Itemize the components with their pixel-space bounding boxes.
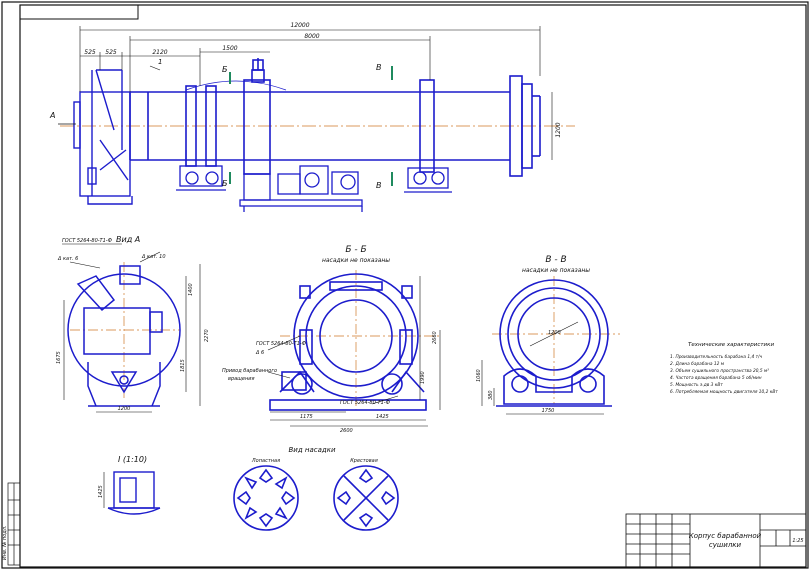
- tech-line-2: 2. Длина барабана 12 м: [670, 361, 725, 367]
- section-vv: В - В насадки не показаны 1200 1750 1060…: [476, 255, 620, 415]
- view-a-left-h: 1675: [56, 351, 62, 364]
- dim-d5: 525: [105, 49, 117, 56]
- side-label: Инв. № подл.: [2, 526, 8, 561]
- dim-diam: 1200: [555, 122, 562, 137]
- tech-line-6: 6. Потребляемая мощность двигателя 10,2 …: [670, 389, 778, 395]
- view-a-w: 1200: [118, 406, 131, 412]
- dim-overall: 12000: [290, 22, 309, 29]
- nozzle-right-label: Крестовая: [350, 458, 378, 464]
- section-bb-gost2: ГОСТ 5264-80-T1-Ф: [340, 400, 391, 406]
- section-bb-d2: 1425: [376, 414, 389, 420]
- inner-frame: [19, 4, 807, 568]
- dim-d4: 525: [84, 49, 96, 56]
- tech-line-1: 1. Производительность барабана 1,4 т/ч: [670, 354, 763, 360]
- nozzle-left-label: Лопастная: [251, 458, 280, 464]
- section-vv-h1: 1060: [476, 369, 482, 382]
- view-a-weld-left: Δ кат. 6: [57, 256, 78, 262]
- dim-d1: 8000: [304, 33, 319, 40]
- view-a-h3: 1815: [180, 359, 186, 372]
- view-a-h2: 2270: [204, 329, 210, 342]
- section-bb-gost1: ГОСТ 5264-80-T1-Ф: [256, 341, 307, 347]
- section-bb: Б - Б насадки не показаны ГОСТ 5264-80-T…: [222, 245, 441, 434]
- mark-a: А: [49, 111, 55, 120]
- detail-1-title: I (1:10): [118, 455, 147, 464]
- drum-body: [129, 58, 541, 177]
- section-bb-weld: Δ 6: [255, 350, 264, 356]
- dim-d3: 2120: [152, 49, 167, 56]
- top-left-stamp: [19, 4, 139, 20]
- mark-v1: В: [376, 63, 382, 72]
- detail-1-dim: 1425: [98, 485, 104, 498]
- dim-d2: 1500: [222, 45, 237, 52]
- section-bb-d3: 2600: [340, 428, 353, 434]
- nozzles-title: Вид насадки: [288, 446, 335, 454]
- inlet-head: [73, 69, 133, 205]
- tech-title: Технические характеристики: [688, 342, 774, 348]
- view-a-title: Вид А: [116, 235, 140, 244]
- section-bb-title: Б - Б: [345, 245, 366, 255]
- title-scale: 1:25: [792, 538, 803, 544]
- drawing-sheet: Инв. № подл. А Б Б В В 1 12000 8000 1500…: [1, 1, 809, 569]
- section-vv-h2: 380: [488, 390, 494, 400]
- mark-one: 1: [158, 58, 162, 66]
- drive-unit: [239, 165, 363, 212]
- tech-line-3: 3. Объем сушильного пространства 20,5 м³: [670, 368, 769, 374]
- title-name-1: Корпус барабанной: [689, 532, 762, 540]
- section-bb-subtitle: насадки не показаны: [322, 257, 390, 264]
- outer-frame: [1, 1, 809, 569]
- section-vv-title: В - В: [545, 255, 566, 265]
- mark-b1: Б: [222, 65, 228, 74]
- section-bb-h: 2660: [432, 331, 438, 344]
- nozzles: Вид насадки Лопастная Крестовая: [233, 446, 399, 531]
- tech-line-5: 5. Мощность э.дв 3 кВт: [670, 382, 723, 388]
- section-bb-note1: Привод барабанного: [222, 368, 277, 374]
- section-bb-note2: вращения: [228, 376, 255, 382]
- mark-b2: Б: [222, 179, 228, 188]
- view-a-h1: 1400: [188, 283, 194, 296]
- view-a-gost: ГОСТ 5264-80-T1-Ф: [62, 238, 113, 244]
- section-vv-subtitle: насадки не показаны: [522, 267, 590, 274]
- view-a-weld-right: Δ кат. 10: [141, 254, 166, 260]
- title-name-2: сушилки: [709, 541, 742, 549]
- detail-1: I (1:10) 1425: [98, 455, 161, 515]
- support-1: [176, 150, 226, 191]
- mark-v2: В: [376, 181, 382, 190]
- view-a: Вид А ГОСТ 5264-80-T1-Ф Δ кат. 6 Δ кат. …: [56, 235, 210, 413]
- section-bb-d1: 1175: [300, 414, 313, 420]
- section-bb-hh: 1990: [420, 371, 426, 384]
- top-dimension-lines: [79, 26, 553, 160]
- section-vv-dia: 1200: [548, 330, 561, 336]
- tech-line-4: 4. Частота вращения барабана 5 об/мин: [670, 375, 762, 381]
- main-view: А Б Б В В 1 12000 8000 1500 2120 525 525…: [49, 22, 575, 212]
- section-vv-w: 1750: [542, 408, 555, 414]
- left-side-strip: [7, 482, 21, 566]
